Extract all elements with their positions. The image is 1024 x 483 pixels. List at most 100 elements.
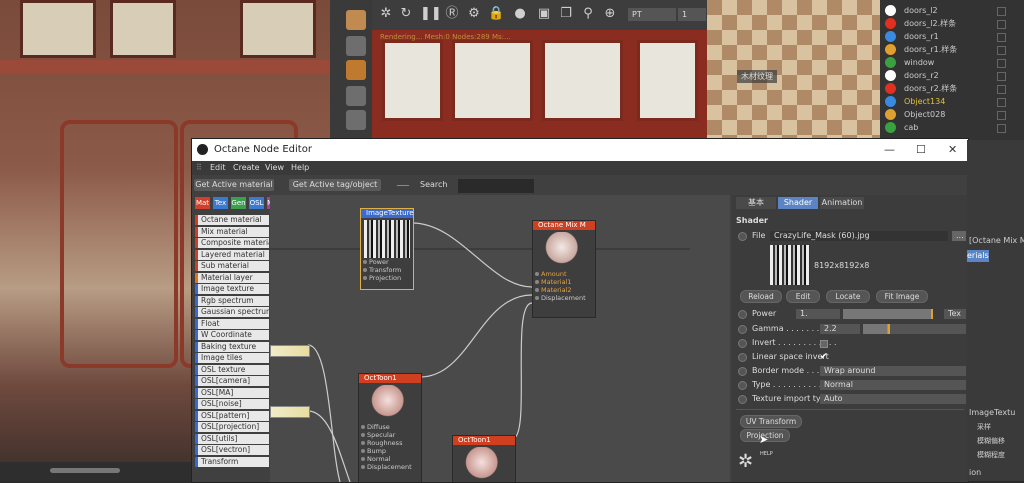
mix-material-node[interactable]: Octane Mix M Amount Material1 Material2 … — [532, 220, 596, 318]
menu-help[interactable]: Help — [291, 163, 309, 172]
cube-icon[interactable] — [346, 10, 366, 30]
type-select[interactable]: Normal — [820, 380, 966, 390]
keyframe-icon[interactable] — [738, 310, 747, 319]
port-transform[interactable]: Transform — [361, 266, 413, 274]
target-icon[interactable]: ⊕ — [602, 6, 618, 22]
lock-icon[interactable]: 🔒 — [488, 6, 504, 22]
invert-checkbox[interactable] — [820, 340, 828, 348]
node-list-item[interactable]: Image texture — [195, 284, 269, 294]
coordinate-slot[interactable] — [270, 345, 310, 357]
octane-help-icon[interactable]: ✲ — [738, 451, 760, 473]
node-list-item[interactable]: Gaussian spectrum — [195, 307, 269, 317]
node-list-item[interactable]: OSL[MA] — [195, 387, 269, 398]
menu-edit[interactable]: Edit — [210, 163, 226, 172]
object-row[interactable]: doors_l2.样条 — [880, 17, 1024, 30]
box-icon[interactable] — [346, 110, 366, 130]
object-row[interactable]: cab — [880, 121, 1024, 134]
node-list-item[interactable]: Sub material — [195, 261, 269, 271]
file-path-field[interactable]: CrazyLife_Mask (60).jpg — [770, 231, 948, 241]
render-viewport[interactable] — [372, 30, 707, 140]
keyframe-icon[interactable] — [738, 325, 747, 334]
keyframe-icon[interactable] — [738, 232, 747, 241]
node-list-item[interactable]: OSL[projection] — [195, 422, 269, 432]
title-bar[interactable]: Octane Node Editor — ☐ ✕ — [192, 139, 968, 161]
node-list-item[interactable]: Mix material — [195, 226, 269, 237]
save-icon[interactable]: ▣ — [536, 6, 552, 22]
coordinate-slot[interactable] — [270, 406, 310, 418]
category-tab-osl[interactable]: OSL — [249, 197, 264, 209]
node-list-item[interactable]: Material layer — [195, 272, 269, 283]
render-mode-select[interactable]: PT — [628, 8, 676, 21]
minimize-button[interactable]: — — [884, 143, 895, 156]
object-row[interactable]: doors_r2 — [880, 69, 1024, 82]
object-row[interactable]: doors_r1 — [880, 30, 1024, 43]
visibility-toggle[interactable] — [997, 111, 1006, 120]
pause-icon[interactable]: ❚❚ — [420, 6, 442, 22]
port-material1[interactable]: Material1 — [533, 278, 595, 286]
node-list-item[interactable]: OSL[camera] — [195, 376, 269, 386]
node-list-item[interactable]: OSL[noise] — [195, 399, 269, 409]
object-row[interactable]: Object134 — [880, 95, 1024, 108]
region-icon[interactable]: Ⓡ — [444, 6, 460, 22]
reload-button[interactable]: Reload — [740, 290, 782, 303]
get-active-tag-button[interactable]: Get Active tag/object — [289, 179, 381, 191]
panel-item[interactable]: erials — [967, 250, 989, 262]
search-input[interactable] — [458, 179, 534, 193]
node-list-item[interactable]: OSL texture — [195, 364, 269, 375]
gamma-input[interactable]: 2.2 — [820, 324, 860, 334]
port-normal[interactable]: Normal — [359, 455, 421, 463]
keyframe-icon[interactable] — [738, 353, 747, 362]
power-slider[interactable] — [843, 309, 933, 319]
gamma-slider[interactable] — [863, 324, 966, 334]
node-list-item[interactable]: Float — [195, 318, 269, 329]
render-number-select[interactable]: 1 — [678, 8, 706, 21]
menu-create[interactable]: Create — [233, 163, 260, 172]
panel-item[interactable]: 模糊偏移 — [977, 436, 1005, 446]
tab-shader[interactable]: Shader — [778, 197, 818, 209]
node-list-item[interactable]: OSL[utils] — [195, 433, 269, 444]
port-power[interactable]: Power — [361, 258, 413, 266]
pin-icon[interactable]: ⚲ — [580, 6, 596, 22]
visibility-toggle[interactable] — [997, 72, 1006, 81]
toon-material-node-2[interactable]: OctToon1 — [452, 435, 516, 482]
port-displacement[interactable]: Displacement — [359, 463, 421, 471]
menu-view[interactable]: View — [265, 163, 284, 172]
uv-transform-button[interactable]: UV Transform — [740, 415, 802, 428]
refresh-icon[interactable]: ↻ — [398, 6, 414, 22]
texture-import-select[interactable]: Auto — [820, 394, 966, 404]
panel-item[interactable]: ImageTextu — [969, 408, 1015, 417]
keyframe-icon[interactable] — [738, 395, 747, 404]
keyframe-icon[interactable] — [738, 367, 747, 376]
visibility-toggle[interactable] — [997, 7, 1006, 16]
image-texture-node[interactable]: ImageTexture Power Transform Projection — [360, 208, 414, 290]
node-canvas[interactable]: ImageTexture Power Transform Projection … — [270, 195, 730, 482]
visibility-toggle[interactable] — [997, 85, 1006, 94]
visibility-toggle[interactable] — [997, 33, 1006, 42]
locate-button[interactable]: Locate — [826, 290, 870, 303]
object-row[interactable]: doors_r1.样条 — [880, 43, 1024, 56]
settings-icon[interactable]: ⚙ — [466, 6, 482, 22]
visibility-toggle[interactable] — [997, 59, 1006, 68]
close-button[interactable]: ✕ — [948, 143, 957, 156]
panel-item[interactable]: 采样 — [977, 422, 991, 432]
maximize-button[interactable]: ☐ — [916, 143, 926, 156]
port-material2[interactable]: Material2 — [533, 286, 595, 294]
checker-icon[interactable] — [346, 36, 366, 56]
box-icon[interactable] — [346, 86, 366, 106]
power-tex-button[interactable]: Tex — [944, 309, 966, 319]
object-row[interactable]: doors_r2.样条 — [880, 82, 1024, 95]
power-input[interactable]: 1. — [796, 309, 840, 319]
scroll-thumb[interactable] — [50, 468, 120, 473]
visibility-toggle[interactable] — [997, 124, 1006, 133]
port-bump[interactable]: Bump — [359, 447, 421, 455]
object-row[interactable]: doors_l2 — [880, 4, 1024, 17]
viewport-scrollbar[interactable] — [0, 462, 195, 481]
node-list-item[interactable]: Composite material — [195, 238, 269, 248]
node-list-item[interactable]: Layered material — [195, 249, 269, 260]
node-list-item[interactable]: Baking texture — [195, 341, 269, 352]
category-tab-gen[interactable]: Gen — [231, 197, 246, 209]
category-tab-tex[interactable]: Tex — [213, 197, 228, 209]
plane-icon[interactable] — [346, 60, 366, 80]
file-browse-button[interactable]: ... — [952, 231, 966, 241]
panel-item[interactable]: 模糊程度 — [977, 450, 1005, 460]
